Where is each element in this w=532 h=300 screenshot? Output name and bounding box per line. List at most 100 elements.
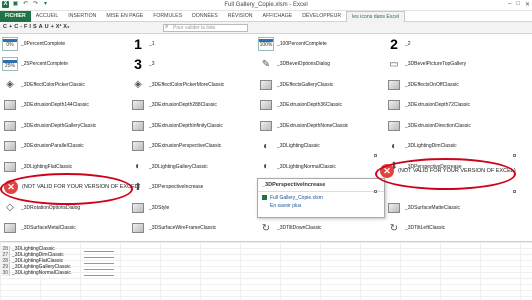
gallery-item[interactable]: _3DExtrusionDirectionClassic — [384, 116, 511, 135]
gallery-item-label: _3DEffectsGalleryClassic — [277, 81, 334, 88]
format-button-2[interactable]: C — [14, 24, 18, 30]
tab-7[interactable]: AFFICHAGE — [258, 11, 298, 22]
gallery-item[interactable]: _3DSurfaceWireFrameClassic — [128, 219, 255, 238]
gallery-item-label: _3DExtrusionDepthInfinityClassic — [149, 122, 223, 129]
gallery-item-label: _3DExtrusionDepth144Classic — [21, 102, 89, 108]
format-button-9[interactable]: + — [51, 24, 54, 30]
gallery-item[interactable]: 3 _3 — [128, 55, 255, 74]
format-button-5[interactable]: I — [29, 24, 31, 30]
color-picker-more-icon: ◈ — [134, 79, 142, 90]
gallery-item[interactable]: ◐ _3DLightingNormalClassic — [256, 157, 383, 176]
gallery-item[interactable]: _3DExtrusionDepth144Classic — [0, 96, 127, 115]
lighting-dim-icon: ◐ — [390, 140, 398, 152]
table-row[interactable]: 30 _3DLightingNormalClassic — [0, 270, 160, 276]
gallery-item[interactable]: _3DStyle — [128, 198, 255, 217]
tab-2[interactable]: INSERTION — [63, 11, 101, 22]
gallery-item[interactable]: _3DExtrusionDepth72Classic — [384, 96, 511, 115]
tab-9[interactable]: les icons dans Excel — [346, 10, 406, 22]
resize-handle[interactable] — [374, 154, 377, 157]
format-button-0[interactable]: C — [3, 24, 7, 30]
gallery-item[interactable]: ↻ _3DTiltLeftClassic — [384, 219, 511, 238]
extrusion-gallery-icon — [4, 120, 16, 131]
gallery-item-label: _3DPerspectiveIncrease — [149, 184, 204, 190]
gallery-item[interactable]: ✎ _3DBevelOptionsDialog — [256, 55, 383, 74]
tilt-left-icon: ↻ — [389, 222, 399, 234]
format-button-11[interactable]: X₂ — [63, 24, 69, 30]
gallery-item[interactable]: 100% _100PercentComplete — [256, 34, 383, 53]
gallery-item[interactable]: ◈ _3DEffectColorPickerClassic — [0, 75, 127, 94]
gallery-item[interactable]: ▭ _3DBevelPictureTopGallery — [384, 55, 511, 74]
gallery-item[interactable]: _3DEffectsOnOffClassic — [384, 75, 511, 94]
gallery-item-label: _0PercentComplete — [21, 40, 66, 47]
minimize-button[interactable]: – — [508, 1, 511, 8]
extrusion-perspective-icon — [132, 141, 144, 151]
resize-handle[interactable] — [513, 190, 516, 193]
gallery-item-label: _25PercentComplete — [21, 61, 68, 67]
gallery-item[interactable]: _3DExtrusionParallelClassic — [0, 137, 127, 156]
search-input[interactable]: ⌕ Pour valider la liste — [163, 24, 248, 32]
gallery-item[interactable]: 1 _1 — [128, 34, 255, 53]
gallery-item[interactable]: ⬆ _3DPerspectiveIncrease — [128, 178, 255, 197]
gallery-item[interactable]: _3DExtrusionDepthGalleryClassic — [0, 116, 127, 135]
gallery-item[interactable]: ◐ _3DLightingClassic — [256, 137, 383, 156]
tab-4[interactable]: FORMULES — [148, 11, 187, 22]
close-button[interactable]: ✕ — [525, 1, 530, 8]
percent-25-icon: 25% — [2, 57, 18, 71]
gallery-item-label: _3DEffectColorPickerClassic — [21, 81, 85, 88]
tab-3[interactable]: MISE EN PAGE — [101, 11, 148, 22]
extrusion-depth-icon — [388, 100, 400, 110]
extrusion-depth-icon — [4, 100, 16, 110]
gallery-item-label: _2 — [405, 40, 411, 47]
row-dropdown-cell[interactable] — [84, 270, 114, 276]
tooltip-learn-more-link[interactable]: En savoir plus — [258, 202, 384, 209]
gallery-item[interactable]: _3DExtrusionDepthInfinityClassic — [128, 116, 255, 135]
window-title: Full Gallery_Copie.xlsm - Excel — [224, 2, 308, 8]
gallery-item[interactable]: _3DSurfaceMatteClassic — [384, 198, 511, 217]
gallery-item[interactable]: _3DEffectsGalleryClassic — [256, 75, 383, 94]
row-name-cell[interactable]: _3DLightingNormalClassic — [10, 270, 80, 276]
gallery-item[interactable]: _3DExtrusionDepth36Classic — [256, 96, 383, 115]
format-button-7[interactable]: A — [39, 24, 43, 30]
extrusion-depth-icon — [260, 100, 272, 110]
resize-handle[interactable] — [374, 190, 377, 193]
tooltip-title: _3DPerspectiveIncrease — [258, 179, 384, 192]
number-2-icon: 2 — [390, 35, 398, 52]
gallery-item[interactable]: _3DSurfaceMetalClassic — [0, 219, 127, 238]
gallery-item[interactable]: ↻ _3DTiltDownClassic — [256, 219, 383, 238]
format-button-10[interactable]: X² — [56, 24, 62, 30]
resize-handle[interactable] — [513, 154, 516, 157]
gallery-item-label: _3DExtrusionPerspectiveClassic — [149, 143, 222, 149]
format-button-8[interactable]: U — [45, 24, 49, 30]
gallery-item-label: _3DBevelOptionsDialog — [277, 61, 331, 67]
gallery-item[interactable]: ◈ _3DEffectColorPickerMoreClassic — [128, 75, 255, 94]
format-button-3[interactable]: - — [20, 24, 22, 30]
format-button-6[interactable]: S — [33, 24, 37, 30]
maximize-button[interactable]: □ — [516, 1, 520, 8]
format-button-4[interactable]: F — [24, 24, 27, 30]
rotation-options-icon: ◇ — [6, 202, 14, 213]
tab-1[interactable]: ACCUEIL — [31, 11, 64, 22]
gallery-item[interactable]: 0% _0PercentComplete — [0, 34, 127, 53]
gallery-item[interactable]: ◐ _3DLightingGalleryClassic — [128, 157, 255, 176]
tab-0[interactable]: FICHIER — [0, 10, 31, 22]
gallery-item-label: _3DExtrusionDepth36Classic — [277, 102, 343, 108]
gallery-item[interactable]: 25% _25PercentComplete — [0, 55, 127, 74]
color-picker-icon: ◈ — [6, 79, 14, 90]
gallery-item-label: _3 — [149, 61, 155, 67]
extrusion-direction-icon — [388, 120, 400, 131]
search-icon: ⌕ — [165, 24, 169, 30]
tooltip-file-link[interactable]: Full Gallery_Copie.xlsm — [258, 192, 384, 202]
gallery-item-label: _3DLightingClassic — [277, 143, 320, 149]
format-button-1[interactable]: + — [9, 24, 12, 30]
gallery-item[interactable]: _3DExtrusionDepthNoneClassic — [256, 116, 383, 135]
gallery-item[interactable]: _3DExtrusionDepth288Classic — [128, 96, 255, 115]
tab-5[interactable]: DONNÉES — [187, 11, 223, 22]
gallery-item[interactable]: _3DExtrusionPerspectiveClassic — [128, 137, 255, 156]
tooltip-popup: _3DPerspectiveIncrease Full Gallery_Copi… — [257, 178, 385, 218]
gallery-item[interactable]: ◐ _3DLightingDimClassic — [384, 137, 511, 156]
gallery-item[interactable]: 2 _2 — [384, 34, 511, 53]
tab-8[interactable]: DÉVELOPPEUR — [297, 11, 346, 22]
highlight-oval-right — [375, 158, 516, 190]
surface-metal-icon — [4, 223, 16, 233]
tab-6[interactable]: RÉVISION — [223, 11, 258, 22]
